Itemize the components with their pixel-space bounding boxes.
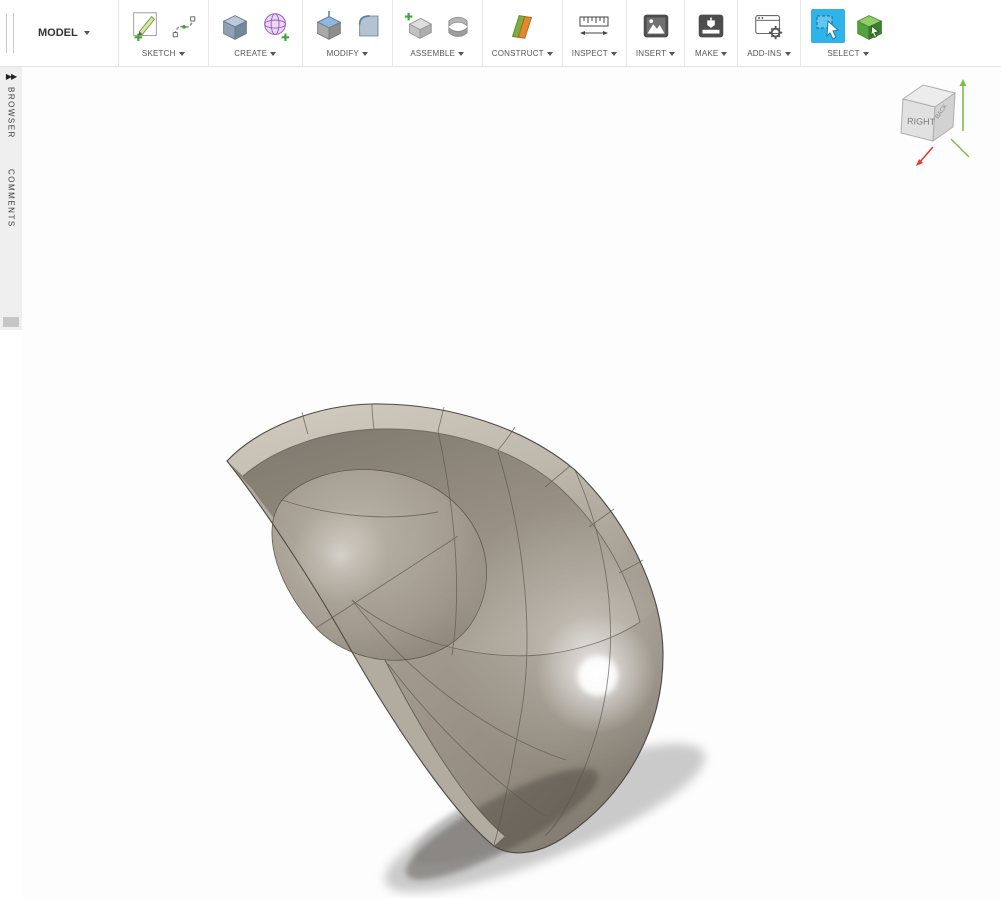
create-sketch-icon [128,8,162,44]
press-pull-icon [312,8,346,44]
measure-icon [576,8,612,44]
construct-menu[interactable]: CONSTRUCT [492,49,553,58]
spline-icon [169,8,199,44]
insert-menu[interactable]: INSERT [636,49,675,58]
sketch-spline-button[interactable] [169,8,199,44]
x-axis-indicator [916,147,933,166]
construction-plane-icon [505,8,539,44]
create-form-button[interactable] [259,8,293,44]
assemble-menu[interactable]: ASSEMBLE [410,49,464,58]
make-button[interactable] [694,8,728,44]
modify-menu[interactable]: MODIFY [327,49,368,58]
measure-button[interactable] [576,8,612,44]
toolbar-grip-icon [6,13,14,53]
view-cube[interactable]: RIGHT BACK [883,77,983,177]
toolbar-group-modify: MODIFY [303,0,393,66]
chevron-down-icon [458,52,464,56]
create-sketch-button[interactable] [128,8,162,44]
toolbar-group-assemble: ASSEMBLE [393,0,483,66]
select-button-active[interactable] [810,8,846,44]
expand-browser-button[interactable]: ▶▶ [6,67,16,83]
create-menu[interactable]: CREATE [234,49,276,58]
window-select-button[interactable] [853,8,887,44]
panel-splitter-handle[interactable] [3,317,19,327]
chevron-down-icon [547,52,553,56]
make-menu[interactable]: MAKE [695,49,727,58]
workspace-label: MODEL [38,27,78,39]
dome-sheen [292,507,388,603]
chevron-down-icon [669,52,675,56]
comments-tab[interactable]: COMMENTS [7,169,16,228]
toolbar-group-construct: CONSTRUCT [483,0,563,66]
chevron-down-icon [84,31,90,35]
addins-menu[interactable]: ADD-INS [747,49,790,58]
3d-model-mouse-body[interactable] [22,67,1001,898]
inspect-menu[interactable]: INSPECT [572,49,617,58]
left-panel-strip: ▶▶ BROWSER COMMENTS [0,67,22,330]
viewcube-faces[interactable] [901,85,955,141]
3d-print-icon [694,8,728,44]
create-box-button[interactable] [218,8,252,44]
new-component-icon [402,8,436,44]
chevron-down-icon [721,52,727,56]
chevron-down-icon [785,52,791,56]
toolbar-group-create: CREATE [209,0,303,66]
fillet-button[interactable] [353,8,383,44]
chevron-down-icon [863,52,869,56]
select-menu[interactable]: SELECT [827,49,868,58]
joint-button[interactable] [443,8,473,44]
chevron-down-icon [179,52,185,56]
primitive-box-icon [218,8,252,44]
press-pull-button[interactable] [312,8,346,44]
form-sphere-icon [259,8,293,44]
browser-tab[interactable]: BROWSER [7,87,16,139]
viewcube-right-label: RIGHT [907,116,936,127]
addins-button[interactable] [752,8,786,44]
workspace-switcher[interactable]: MODEL [18,0,119,66]
chevron-down-icon [270,52,276,56]
toolbar-group-select: SELECT [801,0,896,66]
toolbar-group-addins: ADD-INS [738,0,800,66]
toolbar-group-make: MAKE [685,0,738,66]
insert-canvas-button[interactable] [639,8,673,44]
viewport-canvas[interactable]: RIGHT BACK [22,67,1001,898]
toolbar-group-sketch: SKETCH [119,0,209,66]
joint-icon [443,8,473,44]
specular-core [578,656,618,696]
chevron-down-icon [611,52,617,56]
chevron-down-icon [362,52,368,56]
fillet-icon [353,8,383,44]
select-cursor-icon [810,8,846,44]
sketch-menu[interactable]: SKETCH [142,49,185,58]
scripts-addins-icon [752,8,786,44]
toolbar-group-insert: INSERT [627,0,685,66]
insert-canvas-icon [639,8,673,44]
toolbar-group-inspect: INSPECT [563,0,627,66]
construction-plane-button[interactable] [505,8,539,44]
window-select-icon [853,8,887,44]
new-component-button[interactable] [402,8,436,44]
main-toolbar: MODEL [0,0,1001,67]
